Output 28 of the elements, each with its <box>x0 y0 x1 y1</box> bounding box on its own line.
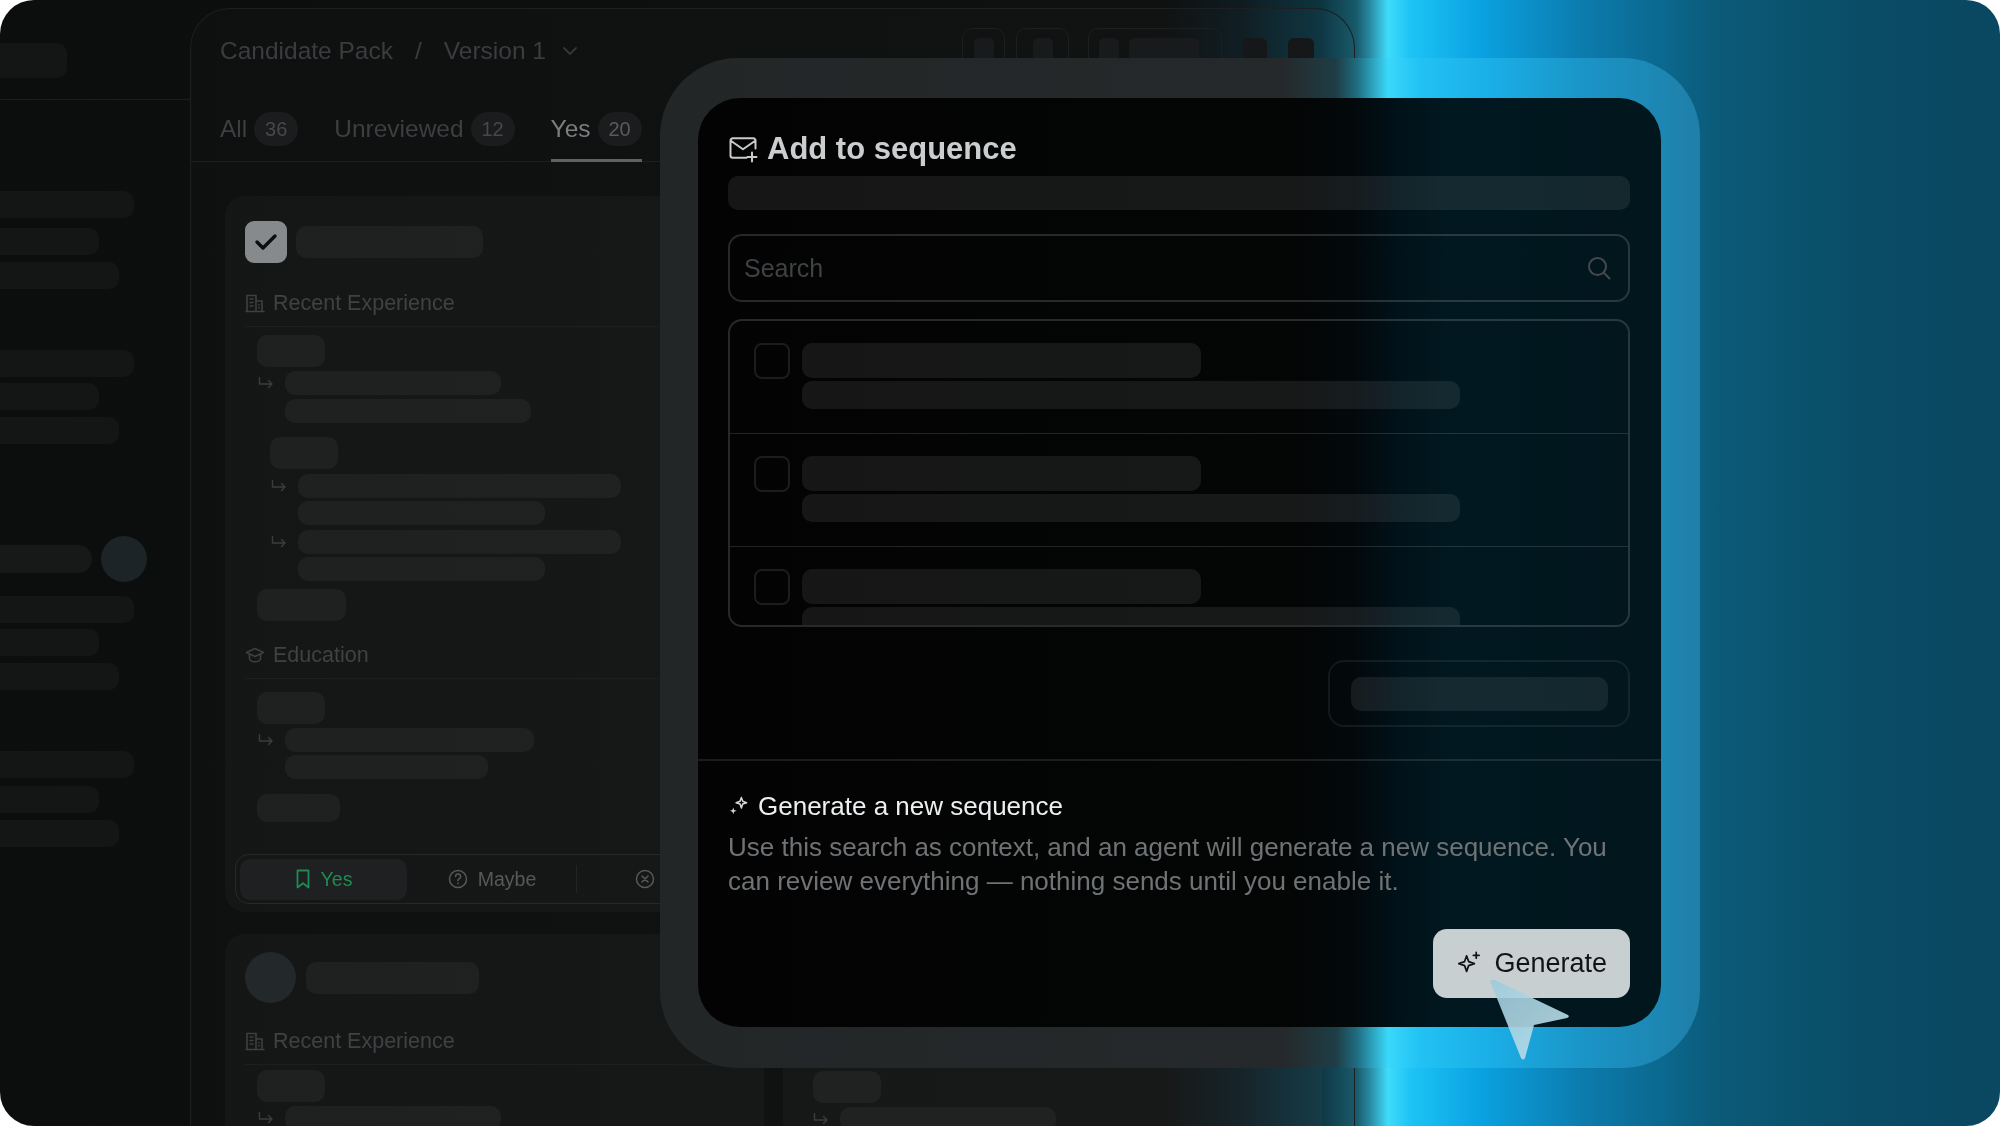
yes-button[interactable]: Yes <box>240 858 407 900</box>
breadcrumb-separator: / <box>415 37 422 65</box>
corner-arrow-icon <box>258 377 274 389</box>
section-heading: Generate a new sequence <box>758 790 1063 822</box>
dialog-title: Add to sequence <box>767 131 1017 167</box>
description-text: Use this search as context, and an agent will generate a new sequence. You can review everything — nothing sends until you enable it. <box>728 831 1608 898</box>
tab[interactable]: Yes 20 <box>550 104 642 162</box>
corner-arrow-icon <box>813 1113 829 1125</box>
checkbox[interactable] <box>245 221 287 263</box>
building-icon <box>245 293 265 313</box>
maybe-button[interactable]: Maybe <box>411 858 573 900</box>
count-badge: 20 <box>597 112 642 146</box>
question-circle-icon <box>447 869 468 889</box>
close-circle-icon <box>635 869 655 889</box>
corner-arrow-icon <box>258 1112 274 1124</box>
generate-button[interactable]: Generate <box>1433 929 1630 998</box>
cursor-icon <box>1487 978 1571 1062</box>
bookmark-icon <box>294 869 311 889</box>
mail-plus-icon <box>728 135 758 163</box>
corner-arrow-icon <box>271 536 287 548</box>
building-icon <box>245 1031 265 1051</box>
corner-arrow-icon <box>258 734 274 746</box>
check-icon <box>254 232 278 252</box>
avatar <box>101 536 147 582</box>
search-icon <box>1586 255 1612 281</box>
chevron-down-icon <box>561 46 578 56</box>
corner-arrow-icon <box>271 480 287 492</box>
graduation-cap-icon <box>245 646 265 664</box>
